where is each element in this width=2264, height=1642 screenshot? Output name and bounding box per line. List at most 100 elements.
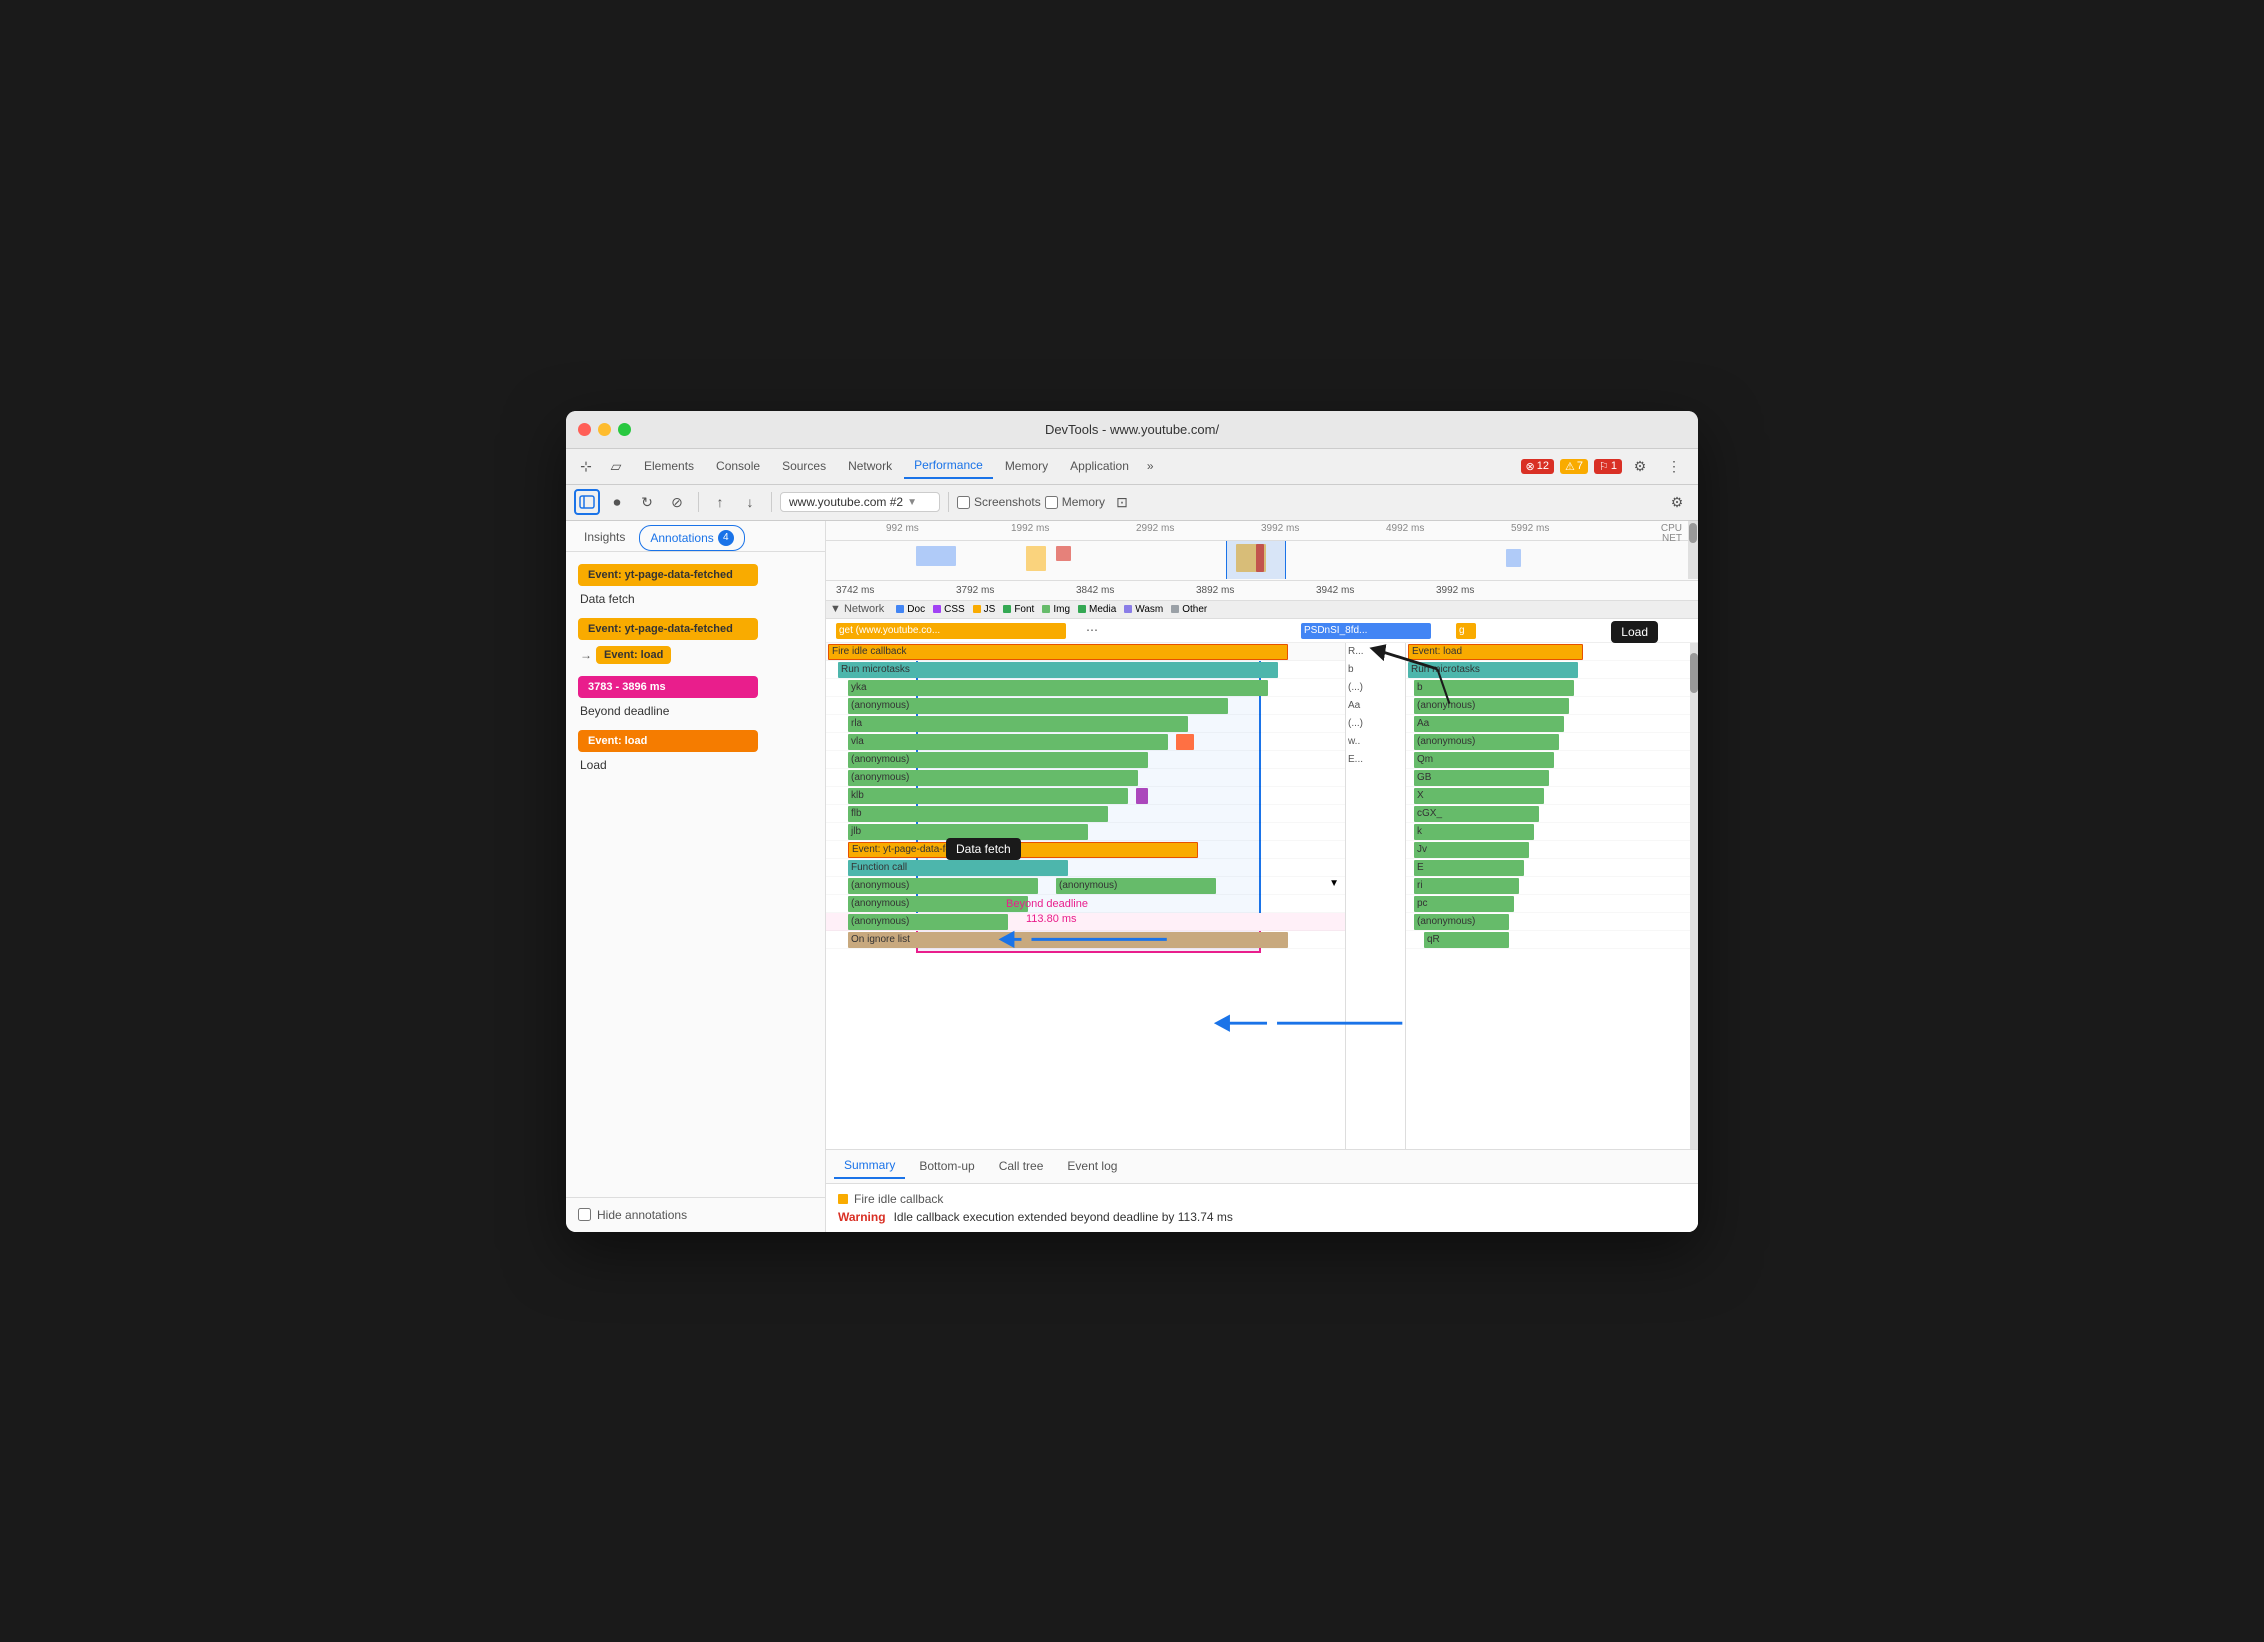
fr-anon-a[interactable]: (anonymous) (1406, 697, 1698, 715)
error-badge[interactable]: ⊗ 12 (1521, 459, 1554, 474)
fr-qr[interactable]: qR (1406, 931, 1698, 949)
flame-row-jlb[interactable]: jlb (826, 823, 1345, 841)
fr-jv-text: Jv (1414, 844, 1430, 855)
record-button[interactable]: ⏺ (604, 489, 630, 515)
flame-row-flb[interactable]: flb (826, 805, 1345, 823)
network-req-2[interactable]: PSDnSI_8fd... (1301, 623, 1431, 639)
tab-elements[interactable]: Elements (634, 454, 704, 478)
tab-console[interactable]: Console (706, 454, 770, 478)
network-req-3[interactable]: g (1456, 623, 1476, 639)
url-selector[interactable]: www.youtube.com #2 ▼ (780, 492, 940, 512)
screenshots-checkbox[interactable] (957, 496, 970, 509)
upload-button[interactable]: ↑ (707, 489, 733, 515)
overview-scrollbar[interactable] (1688, 521, 1698, 579)
tab-application[interactable]: Application (1060, 454, 1139, 478)
detail-mark-3: 3842 ms (1076, 585, 1114, 596)
flame-row-fire-idle[interactable]: Fire idle callback (826, 643, 1345, 661)
minimize-button[interactable] (598, 423, 611, 436)
more-options-icon[interactable]: ⋮ (1662, 454, 1686, 478)
clear-button[interactable]: ⊘ (664, 489, 690, 515)
right-scroll-thumb[interactable] (1690, 653, 1698, 693)
memory-icon-button[interactable]: ⊡ (1109, 489, 1135, 515)
annotation-label-3[interactable]: 3783 - 3896 ms (578, 676, 758, 698)
flame-row-anon-2[interactable]: (anonymous) (826, 751, 1345, 769)
bottom-tab-call-tree[interactable]: Call tree (989, 1154, 1054, 1178)
flame-row-rla[interactable]: rla (826, 715, 1345, 733)
bottom-tab-summary[interactable]: Summary (834, 1153, 905, 1179)
fr-ri[interactable]: ri (1406, 877, 1698, 895)
annotation-label-1[interactable]: Event: yt-page-data-fetched (578, 564, 758, 586)
fr-event-load[interactable]: Event: load (1406, 643, 1698, 661)
selection-highlight (1226, 541, 1286, 579)
dropdown-arrow-2[interactable]: ▼ (1329, 878, 1339, 889)
mid-text-2: b (1348, 664, 1354, 675)
tab-more[interactable]: » (1141, 454, 1160, 478)
maximize-button[interactable] (618, 423, 631, 436)
timeline-overview[interactable]: 992 ms 1992 ms 2992 ms 3992 ms 4992 ms 5… (826, 521, 1698, 581)
flame-row-klb[interactable]: klb (826, 787, 1345, 805)
flame-row-yka[interactable]: yka (826, 679, 1345, 697)
fr-gb[interactable]: GB (1406, 769, 1698, 787)
memory-checkbox-label[interactable]: Memory (1045, 495, 1105, 509)
sidebar-tab-insights[interactable]: Insights (574, 525, 635, 551)
network-req-2-text: PSDnSI_8fd... (1301, 625, 1370, 636)
info-badge[interactable]: ⚐ 1 (1594, 459, 1622, 474)
cpu-bar-2 (1026, 546, 1046, 571)
flame-row-anon-3[interactable]: (anonymous) (826, 769, 1345, 787)
annotation-label-2[interactable]: Event: yt-page-data-fetched (578, 618, 758, 640)
doc-dot (896, 605, 904, 613)
anon-dd-text2: (anonymous) (1056, 880, 1120, 891)
warn-badge[interactable]: ⚠ 7 (1560, 459, 1588, 474)
fr-run-micro[interactable]: Run microtasks (1406, 661, 1698, 679)
flame-row-anon-5[interactable]: (anonymous) (826, 913, 1345, 931)
download-button[interactable]: ↓ (737, 489, 763, 515)
hide-annotations-checkbox[interactable] (578, 1208, 591, 1221)
reload-button[interactable]: ↻ (634, 489, 660, 515)
bottom-tab-bottom-up[interactable]: Bottom-up (909, 1154, 984, 1178)
network-req-1[interactable]: get (www.youtube.co... (836, 623, 1066, 639)
fr-jv[interactable]: Jv (1406, 841, 1698, 859)
right-scrollbar[interactable] (1690, 643, 1698, 1149)
sidebar-tab-annotations[interactable]: Annotations 4 (639, 525, 744, 551)
fr-e[interactable]: E (1406, 859, 1698, 877)
fr-x[interactable]: X (1406, 787, 1698, 805)
flame-row-event-ytpage[interactable]: Event: yt-page-data-fetched (826, 841, 1345, 859)
fr-aa[interactable]: Aa (1406, 715, 1698, 733)
screenshots-checkbox-label[interactable]: Screenshots (957, 495, 1041, 509)
annotation-link-label[interactable]: Event: load (596, 646, 671, 664)
anon-3-block: (anonymous) (848, 770, 1138, 786)
flame-row-function-call[interactable]: Function call (826, 859, 1345, 877)
more-rows-icon[interactable]: ⋯ (1086, 623, 1098, 637)
fr-qm[interactable]: Qm (1406, 751, 1698, 769)
flame-row-vla[interactable]: vla (826, 733, 1345, 751)
annotation-label-4[interactable]: Event: load (578, 730, 758, 752)
ignore-list-text: On ignore list (848, 934, 913, 945)
flame-row-run-microtasks[interactable]: Run microtasks (826, 661, 1345, 679)
bottom-tab-event-log[interactable]: Event log (1057, 1154, 1127, 1178)
tab-network[interactable]: Network (838, 454, 902, 478)
settings-icon[interactable]: ⚙ (1628, 454, 1652, 478)
tab-performance[interactable]: Performance (904, 453, 993, 479)
flame-row-anon-1[interactable]: (anonymous) (826, 697, 1345, 715)
flame-row-anon-dropdown[interactable]: (anonymous) (anonymous) ▼ (826, 877, 1345, 895)
fr-cgx[interactable]: cGX_ (1406, 805, 1698, 823)
toolbar-settings-icon[interactable]: ⚙ (1664, 489, 1690, 515)
overview-scroll-thumb[interactable] (1689, 523, 1697, 543)
memory-checkbox[interactable] (1045, 496, 1058, 509)
network-req-1-text: get (www.youtube.co... (836, 625, 943, 636)
close-button[interactable] (578, 423, 591, 436)
toolbar-right: ⚙ (1664, 489, 1690, 515)
detail-mark-4: 3892 ms (1196, 585, 1234, 596)
flame-row-ignore-list[interactable]: On ignore list (826, 931, 1345, 949)
fr-anon-c[interactable]: (anonymous) (1406, 913, 1698, 931)
bottom-tabs: Summary Bottom-up Call tree Event log (826, 1149, 1698, 1183)
sidebar-toggle-button[interactable] (574, 489, 600, 515)
fr-b[interactable]: b (1406, 679, 1698, 697)
tab-sources[interactable]: Sources (772, 454, 836, 478)
inspect-icon[interactable]: ⊹ (574, 454, 598, 478)
fr-k[interactable]: k (1406, 823, 1698, 841)
device-icon[interactable]: ▱ (604, 454, 628, 478)
fr-pc[interactable]: pc (1406, 895, 1698, 913)
tab-memory[interactable]: Memory (995, 454, 1058, 478)
fr-anon-b[interactable]: (anonymous) (1406, 733, 1698, 751)
